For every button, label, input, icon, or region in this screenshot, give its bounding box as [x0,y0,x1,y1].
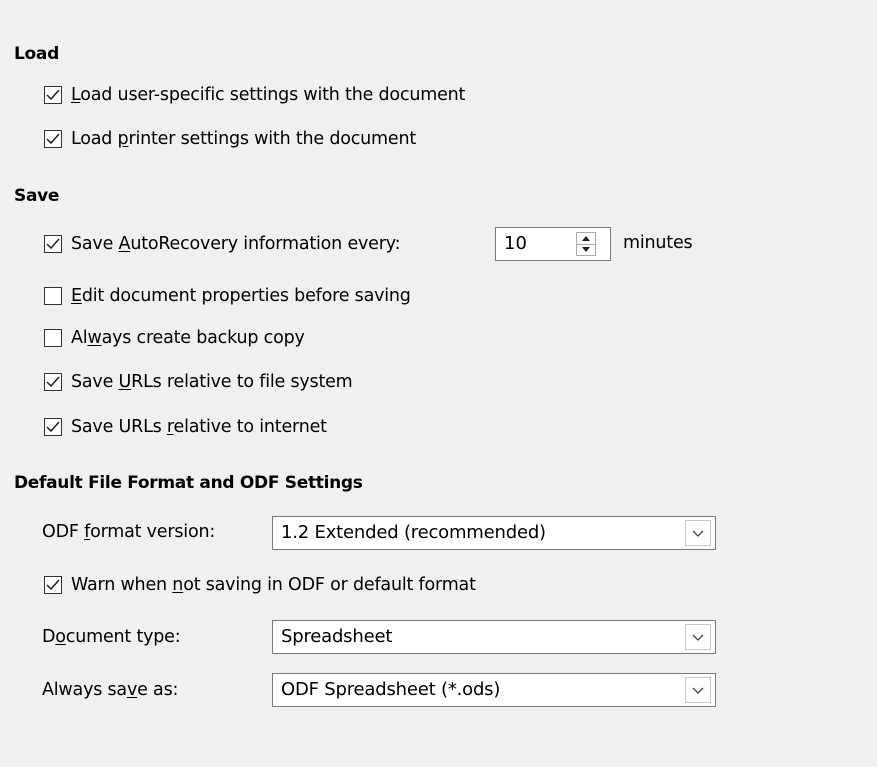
urls-internet-label: Save URLs relative to internet [71,417,327,437]
odf-version-select[interactable]: 1.2 Extended (recommended) [272,516,716,550]
section-title-load: Load [14,44,59,64]
section-title-save: Save [14,186,60,206]
backup-copy-checkbox[interactable]: Always create backup copy [44,323,305,353]
document-type-label: Document type: [42,627,181,647]
check-mark-icon[interactable] [44,418,62,436]
warn-not-odf-checkbox[interactable]: Warn when not saving in ODF or default f… [44,570,476,600]
load-user-settings-checkbox[interactable]: Load user-specific settings with the doc… [44,80,465,110]
check-mark-icon[interactable] [44,86,62,104]
chevron-down-icon[interactable] [685,677,711,703]
urls-file-system-label: Save URLs relative to file system [71,372,353,392]
load-user-settings-label: Load user-specific settings with the doc… [71,85,466,105]
autorecovery-minutes-spinbox[interactable]: 10 [495,227,611,261]
checkbox-box[interactable] [44,329,62,347]
document-type-select[interactable]: Spreadsheet [272,620,716,654]
save-autorecovery-label: Save AutoRecovery information every: [71,234,401,254]
always-save-as-select[interactable]: ODF Spreadsheet (*.ods) [272,673,716,707]
chevron-down-icon[interactable] [685,520,711,546]
edit-properties-checkbox[interactable]: Edit document properties before saving [44,281,411,311]
spin-buttons[interactable] [576,232,596,256]
load-printer-settings-label: Load printer settings with the document [71,129,417,149]
backup-copy-label: Always create backup copy [71,328,305,348]
load-printer-settings-checkbox[interactable]: Load printer settings with the document [44,124,416,154]
section-title-default-format: Default File Format and ODF Settings [14,473,363,493]
check-mark-icon[interactable] [44,373,62,391]
check-mark-icon[interactable] [44,576,62,594]
checkbox-box[interactable] [44,287,62,305]
document-type-value: Spreadsheet [281,626,393,647]
triangle-down-icon[interactable] [577,244,595,255]
urls-file-system-checkbox[interactable]: Save URLs relative to file system [44,367,353,397]
chevron-down-icon[interactable] [685,624,711,650]
save-autorecovery-checkbox[interactable]: Save AutoRecovery information every: [44,229,401,259]
check-mark-icon[interactable] [44,130,62,148]
autorecovery-minutes-value[interactable]: 10 [504,233,527,254]
always-save-as-value: ODF Spreadsheet (*.ods) [281,679,501,700]
always-save-as-label: Always save as: [42,680,179,700]
odf-version-value: 1.2 Extended (recommended) [281,522,546,543]
urls-internet-checkbox[interactable]: Save URLs relative to internet [44,412,327,442]
check-mark-icon[interactable] [44,235,62,253]
warn-not-odf-label: Warn when not saving in ODF or default f… [71,575,476,595]
autorecovery-unit-label: minutes [623,233,693,253]
edit-properties-label: Edit document properties before saving [71,286,411,306]
odf-version-label: ODF format version: [42,522,216,542]
